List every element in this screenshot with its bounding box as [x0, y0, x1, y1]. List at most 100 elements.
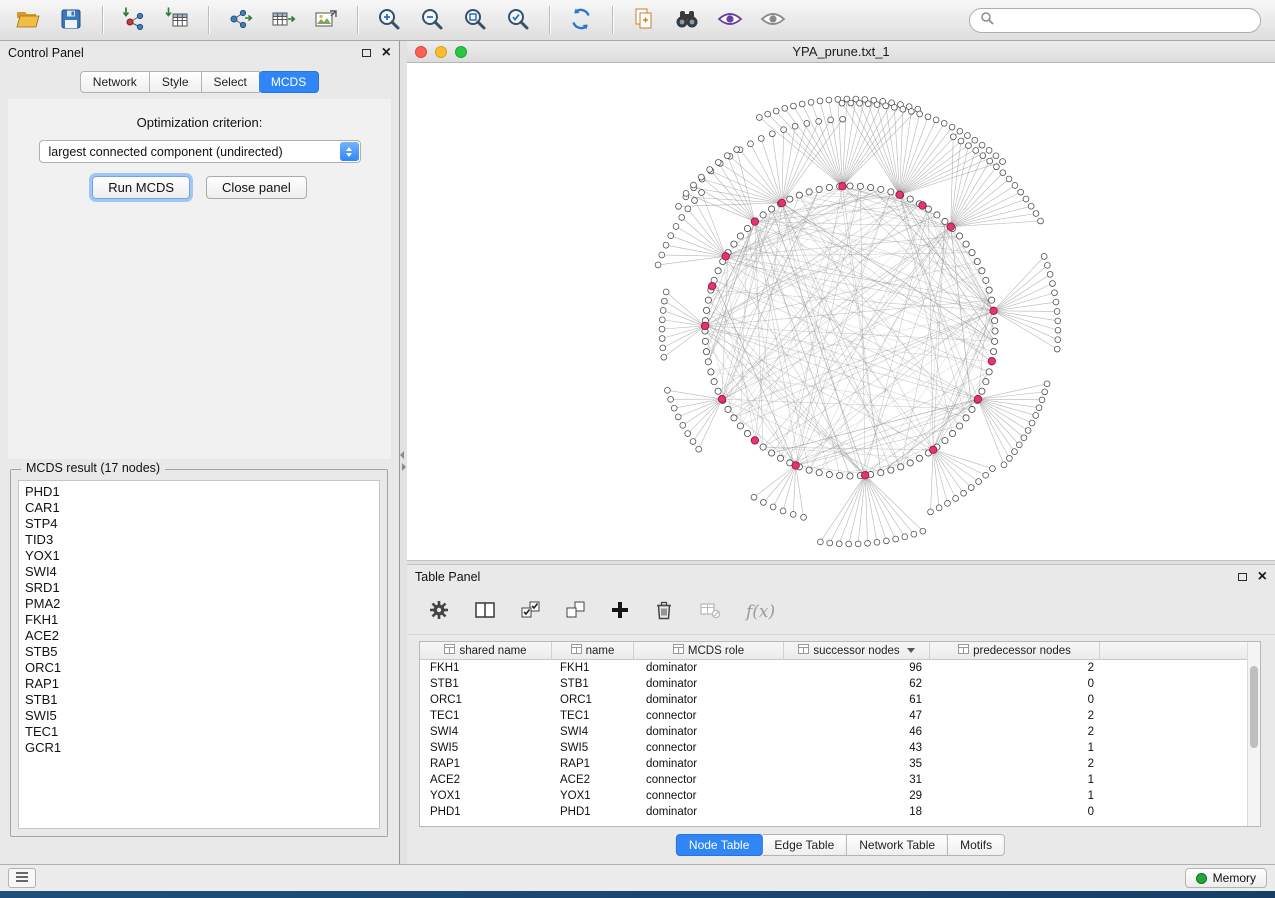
table-cell: dominator: [634, 758, 784, 770]
column-header-successor-nodes[interactable]: successor nodes: [784, 642, 930, 659]
table-row[interactable]: TEC1TEC1connector472: [420, 708, 1260, 724]
table-tab-network-table[interactable]: Network Table: [847, 834, 948, 856]
table-row[interactable]: SWI5SWI5connector431: [420, 740, 1260, 756]
tab-network[interactable]: Network: [80, 71, 150, 93]
float-table-panel-icon[interactable]: [1238, 573, 1247, 581]
column-header-name[interactable]: name: [552, 642, 634, 659]
save-session-button[interactable]: [53, 4, 89, 36]
search-network-button[interactable]: [669, 4, 705, 36]
close-panel-button[interactable]: Close panel: [206, 176, 307, 199]
column-header-predecessor-nodes[interactable]: predecessor nodes: [930, 642, 1100, 659]
clone-document-icon: [631, 6, 657, 35]
mcds-result-item[interactable]: SRD1: [19, 580, 379, 596]
mcds-result-item[interactable]: GCR1: [19, 740, 379, 756]
table-tab-motifs[interactable]: Motifs: [948, 834, 1005, 856]
show-column-button[interactable]: [474, 598, 496, 626]
unselect-all-columns-button[interactable]: [566, 598, 586, 626]
open-file-button[interactable]: [10, 4, 46, 36]
function-builder-button[interactable]: f(x): [746, 598, 775, 626]
memory-button[interactable]: Memory: [1185, 868, 1267, 888]
collapse-right-icon[interactable]: [402, 463, 406, 471]
mcds-result-item[interactable]: STP4: [19, 516, 379, 532]
import-table-button[interactable]: [159, 4, 195, 36]
maximize-window-icon[interactable]: [455, 46, 467, 58]
close-window-icon[interactable]: [415, 46, 427, 58]
table-cell: FKH1: [552, 662, 634, 674]
table-cell: STB1: [552, 678, 634, 690]
table-settings-button[interactable]: [429, 598, 449, 626]
table-cell: 31: [784, 774, 930, 786]
delete-column-button[interactable]: [654, 598, 674, 626]
table-row[interactable]: RAP1RAP1dominator352: [420, 756, 1260, 772]
table-cell: 29: [784, 790, 930, 802]
zoom-fit-button[interactable]: [457, 4, 493, 36]
table-cell: 35: [784, 758, 930, 770]
delete-table-icon: [699, 600, 721, 623]
zoom-out-button[interactable]: [414, 4, 450, 36]
select-all-columns-button[interactable]: [521, 598, 541, 626]
table-row[interactable]: ORC1ORC1dominator610: [420, 692, 1260, 708]
table-row[interactable]: YOX1YOX1connector291: [420, 788, 1260, 804]
create-column-button[interactable]: [611, 598, 629, 626]
checked-boxes-icon: [521, 601, 541, 622]
mcds-result-list[interactable]: PHD1CAR1STP4TID3YOX1SWI4SRD1PMA2FKH1ACE2…: [18, 480, 380, 829]
panel-splitter[interactable]: [400, 41, 407, 864]
mcds-result-item[interactable]: SWI4: [19, 564, 379, 580]
mcds-result-item[interactable]: STB5: [19, 644, 379, 660]
minimize-window-icon[interactable]: [435, 46, 447, 58]
table-tab-node-table[interactable]: Node Table: [676, 834, 763, 856]
network-view[interactable]: [407, 63, 1275, 560]
mcds-result-item[interactable]: TEC1: [19, 724, 379, 740]
mcds-result-item[interactable]: RAP1: [19, 676, 379, 692]
tab-style[interactable]: Style: [150, 71, 202, 93]
mcds-result-item[interactable]: STB1: [19, 692, 379, 708]
mcds-result-item[interactable]: CAR1: [19, 500, 379, 516]
collapse-left-icon[interactable]: [400, 451, 404, 459]
column-type-icon: [673, 644, 684, 657]
tab-select[interactable]: Select: [202, 71, 260, 93]
mcds-result-item[interactable]: FKH1: [19, 612, 379, 628]
style-preview-button[interactable]: [712, 4, 748, 36]
hide-panels-button[interactable]: [8, 868, 36, 888]
export-image-button[interactable]: [308, 4, 344, 36]
table-header-row: shared namenameMCDS rolesuccessor nodesp…: [420, 642, 1260, 660]
toolbar-separator: [357, 6, 358, 34]
mcds-result-item[interactable]: ACE2: [19, 628, 379, 644]
import-network-button[interactable]: [116, 4, 152, 36]
table-row[interactable]: FKH1FKH1dominator962: [420, 660, 1260, 676]
clone-network-button[interactable]: [626, 4, 662, 36]
run-mcds-button[interactable]: Run MCDS: [92, 176, 190, 199]
mcds-result-item[interactable]: TID3: [19, 532, 379, 548]
column-type-icon: [571, 644, 582, 657]
scrollbar-thumb[interactable]: [1250, 666, 1258, 748]
table-tab-edge-table[interactable]: Edge Table: [762, 834, 847, 856]
tab-mcds[interactable]: MCDS: [259, 71, 319, 93]
column-header-shared-name[interactable]: shared name: [420, 642, 552, 659]
mcds-result-item[interactable]: PHD1: [19, 484, 379, 500]
table-row[interactable]: PHD1PHD1dominator180: [420, 804, 1260, 820]
apply-layout-button[interactable]: [563, 4, 599, 36]
table-scrollbar[interactable]: [1247, 642, 1260, 826]
table-row[interactable]: SWI4SWI4dominator462: [420, 724, 1260, 740]
zoom-selected-button[interactable]: [500, 4, 536, 36]
close-panel-icon[interactable]: ×: [382, 45, 391, 61]
toolbar-separator: [102, 6, 103, 34]
mcds-result-item[interactable]: SWI5: [19, 708, 379, 724]
mcds-result-item[interactable]: YOX1: [19, 548, 379, 564]
table-row[interactable]: STB1STB1dominator620: [420, 676, 1260, 692]
search-input[interactable]: [1000, 13, 1250, 27]
search-box: [969, 8, 1261, 33]
float-panel-icon[interactable]: [362, 49, 371, 57]
mcds-result-item[interactable]: PMA2: [19, 596, 379, 612]
export-table-button[interactable]: [265, 4, 301, 36]
export-network-button[interactable]: [222, 4, 258, 36]
delete-table-button[interactable]: [699, 598, 721, 626]
close-table-panel-icon[interactable]: ×: [1258, 569, 1267, 585]
zoom-in-button[interactable]: [371, 4, 407, 36]
hide-graphics-button[interactable]: [755, 4, 791, 36]
criterion-dropdown[interactable]: largest connected component (undirected): [39, 140, 361, 163]
column-header-MCDS-role[interactable]: MCDS role: [634, 642, 784, 659]
network-graph[interactable]: [407, 63, 1275, 560]
table-row[interactable]: ACE2ACE2connector311: [420, 772, 1260, 788]
mcds-result-item[interactable]: ORC1: [19, 660, 379, 676]
